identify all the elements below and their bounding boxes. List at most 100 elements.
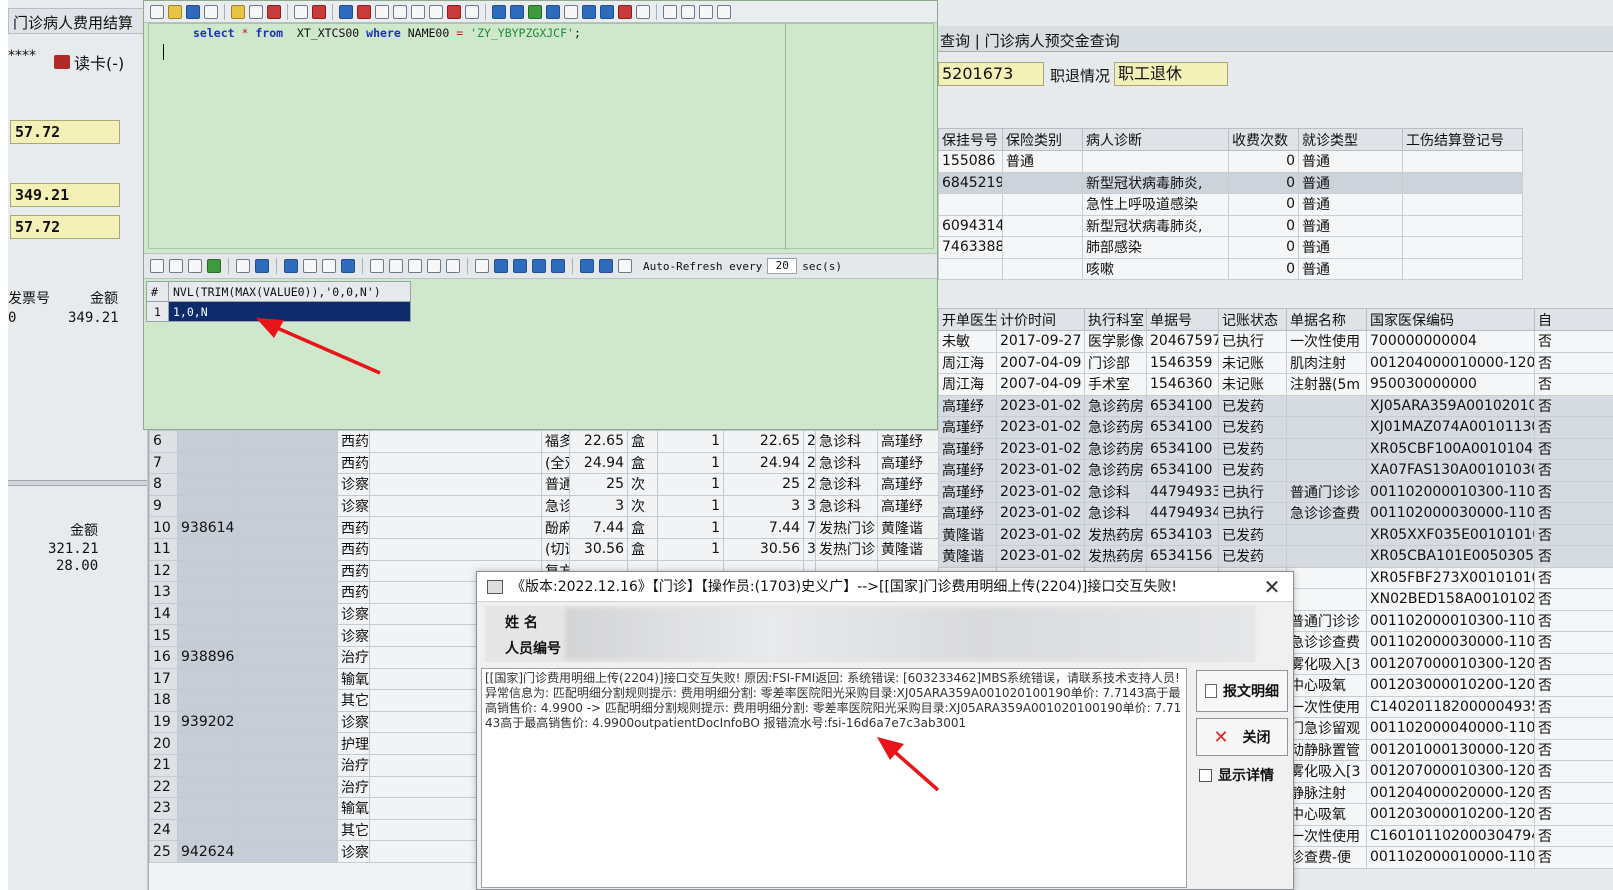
export-icon[interactable] xyxy=(618,259,632,273)
right-tabs[interactable]: 查询 | 门诊病人预交金查询 xyxy=(938,26,1613,52)
filter-clear-icon[interactable] xyxy=(169,259,183,273)
new-icon[interactable] xyxy=(150,4,164,19)
doc-4-icon[interactable] xyxy=(717,4,731,19)
column-header[interactable]: 工伤结算登记号 xyxy=(1402,128,1523,151)
table-row[interactable]: 155086 普通 0 普通 xyxy=(938,150,1523,173)
record-view-icon[interactable] xyxy=(599,259,613,273)
table-row[interactable]: 8诊察费普通门诊诊查费25次125250急诊科高瑾纾 xyxy=(149,473,938,496)
link-icon[interactable] xyxy=(411,4,425,19)
revert-icon[interactable] xyxy=(446,259,460,273)
list-icon[interactable] xyxy=(636,4,650,19)
table-row[interactable]: 急性上呼吸道感染 0 普通 xyxy=(938,193,1523,216)
column-header[interactable]: 单据号 xyxy=(1146,308,1219,331)
insert-row-icon[interactable] xyxy=(389,259,403,273)
result-column-header[interactable]: NVL(TRIM(MAX(VALUE0)),'0,0,N') xyxy=(168,281,411,302)
query-icon[interactable] xyxy=(339,4,353,19)
patient-id-field[interactable]: 5201673 xyxy=(938,62,1044,86)
doc-3-icon[interactable] xyxy=(699,4,713,19)
next-row-icon[interactable] xyxy=(322,259,336,273)
d-icon[interactable] xyxy=(513,259,527,273)
amount-field-3[interactable]: 57.72 xyxy=(10,215,120,239)
stop-icon[interactable] xyxy=(564,4,578,19)
last-record-icon[interactable] xyxy=(600,4,614,19)
clear-icon[interactable] xyxy=(475,259,489,273)
tools-icon[interactable] xyxy=(267,4,281,19)
run-icon[interactable] xyxy=(528,4,542,19)
refresh-interval-input[interactable]: 20 xyxy=(767,258,798,274)
filter-icon[interactable] xyxy=(294,4,308,19)
first-record-icon[interactable] xyxy=(492,4,506,19)
grid-view-icon[interactable] xyxy=(580,259,594,273)
table-row[interactable]: 高瑾纾 2023-01-02 急诊药房 6534100 已发药 XR05CBF100A00… xyxy=(938,437,1613,460)
table-row[interactable]: 9诊察费急诊诊查费3次1330急诊科高瑾纾 xyxy=(149,494,938,518)
sql-editor[interactable]: select * from XT_XTCS00 where NAME00 = '… xyxy=(148,23,934,250)
print-icon[interactable] xyxy=(236,259,250,273)
table-row[interactable]: 11西药费(切诺)桉柠蒎30.56盒130.5630.560发热门诊黄隆谐 xyxy=(149,537,938,561)
last-row-icon[interactable] xyxy=(341,259,355,273)
table-icon[interactable] xyxy=(465,4,479,19)
copy-icon[interactable] xyxy=(393,4,407,19)
export-icon[interactable] xyxy=(447,4,461,19)
column-header[interactable]: 就诊类型 xyxy=(1298,128,1403,151)
step-icon[interactable] xyxy=(546,4,560,19)
close-button[interactable]: ✕ 关闭 xyxy=(1196,718,1288,756)
splitter[interactable] xyxy=(8,480,147,486)
table-row[interactable]: 6845219 新型冠状病毒肺炎, 0 普通 xyxy=(938,171,1523,194)
error-message-text[interactable]: [[国家]门诊费用明细上传(2204)]接口交互失败! 原因:FSI-FMI返回… xyxy=(481,668,1187,888)
first-row-icon[interactable] xyxy=(284,259,298,273)
table-row[interactable]: 高瑾纾 2023-01-02 急诊药房 6534100 已发药 XA07FAS130A00… xyxy=(938,459,1613,482)
column-header[interactable]: 记账状态 xyxy=(1218,308,1287,331)
save-icon[interactable] xyxy=(186,4,200,19)
prev-record-icon[interactable] xyxy=(510,4,524,19)
grid-icon[interactable] xyxy=(375,4,389,19)
column-header[interactable]: 收费次数 xyxy=(1228,128,1299,151)
read-card-button[interactable]: 读卡(-) xyxy=(54,48,124,76)
delete-row-icon[interactable] xyxy=(408,259,422,273)
table-row[interactable]: 黄隆谐 2023-01-02 发热药房 6534156 已发药 XR05CBA101E00… xyxy=(938,545,1613,568)
prev-row-icon[interactable] xyxy=(303,259,317,273)
retire-status-field[interactable]: 职工退休 xyxy=(1114,62,1228,86)
column-header[interactable]: 保挂号号 xyxy=(938,128,1003,151)
amount-field-1[interactable]: 57.72 xyxy=(10,120,120,144)
table-row[interactable]: 7西药费(全双岐)双歧杆24.94盒124.9424.940急诊科高瑾纾 xyxy=(149,451,938,475)
column-header[interactable]: 自 xyxy=(1534,308,1613,331)
filter-down-icon[interactable] xyxy=(150,259,164,273)
table-row[interactable]: 高瑾纾 2023-01-02 急诊科 44794934 已执行 急诊诊查费 00110200… xyxy=(938,502,1613,525)
doc-2-icon[interactable] xyxy=(681,4,695,19)
result-value-cell[interactable]: 1,0,N xyxy=(168,301,411,322)
show-detail-checkbox[interactable]: 显示详情 xyxy=(1199,765,1274,785)
compare-icon[interactable] xyxy=(429,4,443,19)
table-row[interactable]: 高瑾纾 2023-01-02 急诊药房 6534100 已发药 XJ01MAZ074A00… xyxy=(938,416,1613,439)
def-icon[interactable] xyxy=(494,259,508,273)
column-header[interactable]: 病人诊断 xyxy=(1082,128,1229,151)
layout-icon[interactable] xyxy=(249,4,263,19)
amount-field-2[interactable]: 349.21 xyxy=(10,183,120,207)
table-row[interactable]: 未敏 2017-09-27 医学影像 20467597 已执行 一次性使用 70000000… xyxy=(938,330,1613,353)
table-row[interactable]: 周江海 2007-04-09 门诊部 1546359 未记账 肌肉注射 0012040000… xyxy=(938,351,1613,374)
next-record-icon[interactable] xyxy=(582,4,596,19)
clear-filter-icon[interactable] xyxy=(312,4,326,19)
cancel-icon[interactable] xyxy=(357,4,371,19)
column-header[interactable]: 开单医生 xyxy=(938,308,997,331)
table-row[interactable]: 咳嗽 0 普通 xyxy=(938,257,1523,280)
table-row[interactable]: 黄隆谐 2023-01-02 发热药房 6534103 已发药 XR05XXF035E00… xyxy=(938,523,1613,546)
table-row[interactable]: 高瑾纾 2023-01-02 急诊科 44794933 已执行 普通门诊诊 00110200… xyxy=(938,480,1613,503)
table-row[interactable]: 7463388 肺部感染 0 普通 xyxy=(938,236,1523,259)
column-header[interactable]: 单据名称 xyxy=(1286,308,1367,331)
nd-icon[interactable] xyxy=(551,259,565,273)
n-icon[interactable] xyxy=(532,259,546,273)
table-row[interactable]: 6西药费福多司坦片(新)22.65盒122.6522.650急诊科高瑾纾 xyxy=(149,430,938,453)
doc-1-icon[interactable] xyxy=(663,4,677,19)
save-icon[interactable] xyxy=(255,259,269,273)
format-icon[interactable] xyxy=(231,4,245,19)
table-row[interactable]: 周江海 2007-04-09 手术室 1546360 未记账 注射器(5m 95003000… xyxy=(938,373,1613,396)
column-header[interactable]: 国家医保编码 xyxy=(1366,308,1535,331)
open-icon[interactable] xyxy=(168,4,182,19)
column-header[interactable]: 执行科室 xyxy=(1084,308,1147,331)
table-row[interactable]: 10938614西药费酚麻美敏胶囊(7.44盒17.447.440发热门诊黄隆谐 xyxy=(149,516,938,539)
table-row[interactable]: 高瑾纾 2023-01-02 急诊药房 6534100 已发药 XJ05ARA359A00… xyxy=(938,394,1613,417)
cancel-circle-icon[interactable] xyxy=(188,259,202,273)
refresh-icon[interactable] xyxy=(207,259,221,273)
add-row-icon[interactable] xyxy=(370,259,384,273)
post-icon[interactable] xyxy=(427,259,441,273)
